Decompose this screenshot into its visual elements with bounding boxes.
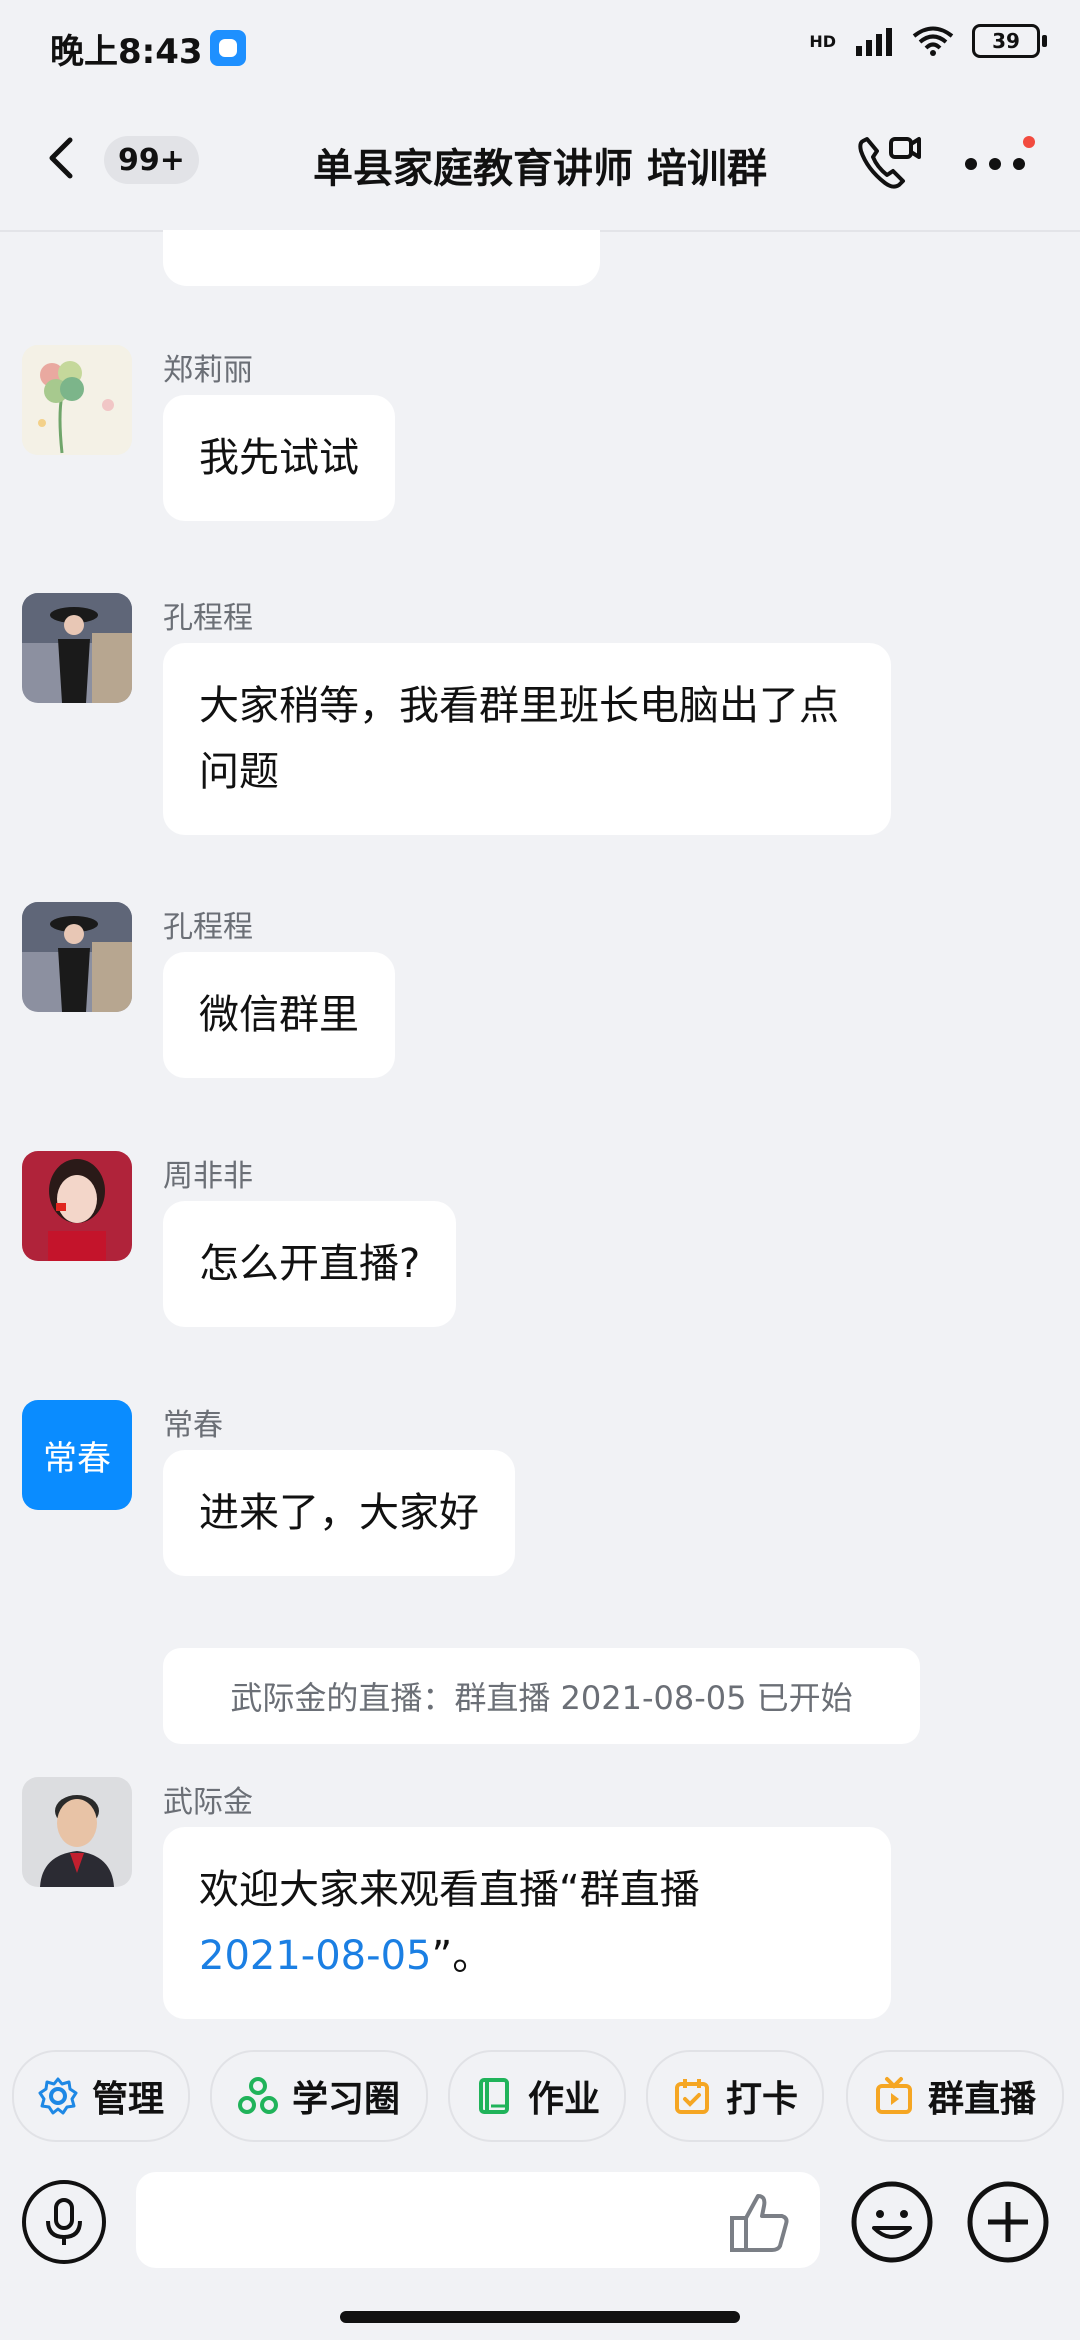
battery-level: 39 (992, 29, 1020, 53)
sender-name: 周非非 (163, 1159, 253, 1194)
avatar-initials: 常春 (43, 1438, 111, 1479)
sender-name: 郑莉丽 (163, 353, 253, 388)
message-text-end: ”。 (431, 1933, 493, 1979)
message-bubble[interactable]: 我先试试 (163, 395, 395, 521)
home-indicator[interactable] (340, 2311, 740, 2323)
circles-icon (237, 2077, 278, 2114)
message-bubble[interactable]: 怎么开直播? (163, 1201, 457, 1327)
avatar[interactable] (22, 345, 132, 455)
live-start-notice[interactable]: 武际金的直播：群直播 2021-08-05 已开始 (163, 1648, 920, 1744)
manage-button[interactable]: 管理 (12, 2050, 190, 2142)
chip-label: 群直播 (927, 2079, 1036, 2120)
plus-icon[interactable] (966, 2180, 1050, 2264)
group-title: 单县家庭教育讲师 培训群 (313, 146, 767, 192)
voice-input-button[interactable] (22, 2180, 106, 2264)
message-bubble[interactable]: 大家稍等，我看群里班长电脑出了点问题 (163, 643, 891, 835)
chat-messages[interactable]: 郑莉丽 我先试试 孔程程 大家稍等，我看群里班长电脑出了点问题 孔程程 微信群里… (0, 230, 1080, 2050)
chip-label: 打卡 (725, 2079, 798, 2120)
signal-icon (856, 28, 892, 56)
chip-label: 管理 (91, 2079, 164, 2120)
man-portrait-avatar-image (22, 1777, 132, 1887)
calendar-check-icon (674, 2079, 709, 2114)
network-type-label: HD (809, 31, 836, 51)
sender-name: 孔程程 (163, 601, 253, 636)
avatar[interactable]: 常春 (22, 1400, 132, 1510)
study-circle-button[interactable]: 学习圈 (210, 2050, 428, 2142)
sender-name: 武际金 (163, 1785, 253, 1820)
sender-name: 孔程程 (163, 910, 253, 945)
microphone-icon (46, 2198, 82, 2245)
status-indicators: HD 39 (809, 24, 1047, 58)
homework-button[interactable]: 作业 (448, 2050, 626, 2142)
message-text: 欢迎大家来观看直播“群直播 (199, 1867, 700, 1913)
video-call-icon[interactable] (855, 131, 921, 191)
message-bubble[interactable]: 微信群里 (163, 952, 395, 1078)
chat-header: 99+ 单县家庭教育讲师 培训群 (0, 96, 1080, 232)
chip-label: 学习圈 (291, 2079, 400, 2120)
live-link[interactable]: 2021-08-05 (199, 1933, 431, 1979)
message-bubble[interactable]: 欢迎大家来观看直播“群直播 2021-08-05”。 (163, 1827, 891, 2019)
check-in-button[interactable]: 打卡 (646, 2050, 824, 2142)
group-live-button[interactable]: 群直播 (846, 2050, 1064, 2142)
message-bubble[interactable]: 进来了，大家好 (163, 1450, 515, 1576)
message-input[interactable] (136, 2172, 820, 2268)
emoji-icon[interactable] (850, 2180, 934, 2264)
book-icon (478, 2078, 509, 2114)
wifi-icon (912, 26, 954, 56)
status-time: 晚上8:43 (50, 32, 203, 72)
woman-in-hat-avatar-image (22, 902, 132, 1012)
battery-icon: 39 (972, 24, 1047, 58)
woman-in-hat-avatar-image (22, 593, 132, 703)
unread-badge[interactable]: 99+ (104, 136, 199, 184)
chip-label: 作业 (527, 2079, 600, 2120)
avatar[interactable] (22, 1777, 132, 1887)
app-notification-icon (210, 30, 246, 66)
previous-message-bubble (163, 230, 600, 286)
thumbs-up-icon[interactable] (728, 2190, 792, 2254)
sender-name: 常春 (163, 1408, 223, 1443)
message-input-bar (0, 2150, 1080, 2285)
back-icon[interactable] (40, 136, 84, 180)
avatar[interactable] (22, 1151, 132, 1261)
gear-icon (38, 2077, 78, 2115)
quick-actions-bar: 管理 学习圈 作业 打卡 群直播 (0, 2050, 1080, 2146)
woman-portrait-avatar-image (22, 1151, 132, 1261)
tv-icon (875, 2077, 912, 2114)
status-bar: 晚上8:43 HD 39 (0, 0, 1080, 96)
avatar[interactable] (22, 593, 132, 703)
flower-avatar-image (22, 345, 132, 455)
avatar[interactable] (22, 902, 132, 1012)
more-options-icon[interactable] (963, 136, 1037, 186)
